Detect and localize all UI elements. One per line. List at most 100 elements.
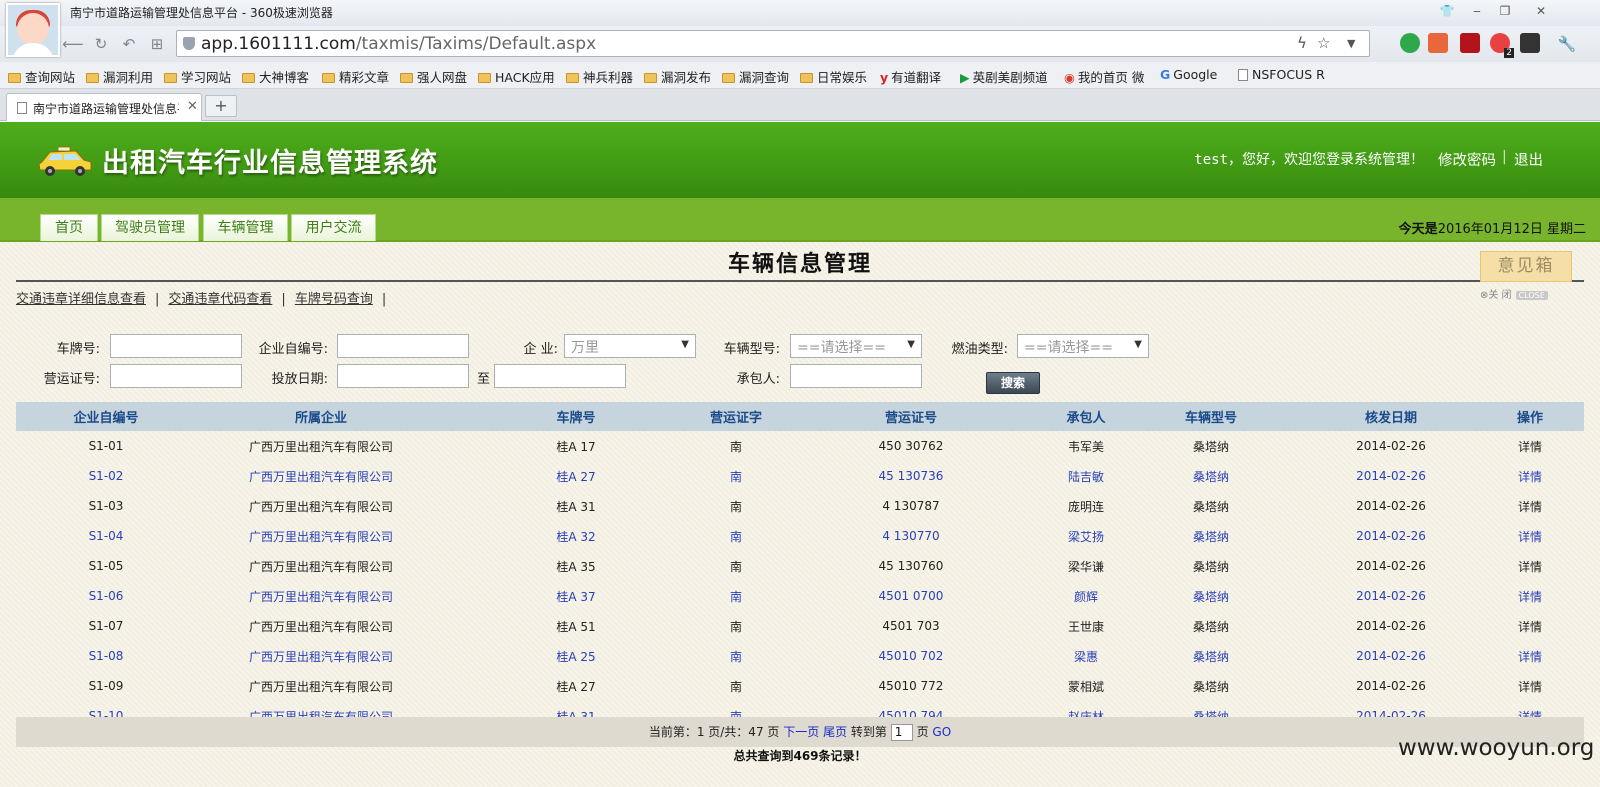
extension-orange-icon[interactable] xyxy=(1428,33,1448,53)
date-from-input[interactable] xyxy=(337,364,469,388)
dropdown-arrow-icon: ▼ xyxy=(907,339,915,350)
bookmark-folder[interactable]: HACK应用 xyxy=(478,67,555,86)
restore-button[interactable]: ❐ xyxy=(1492,2,1518,20)
detail-link[interactable]: 详情 xyxy=(1476,611,1584,641)
play-icon: ▶ xyxy=(960,70,970,85)
change-password-link[interactable]: 修改密码 xyxy=(1438,149,1496,170)
detail-link[interactable]: 详情 xyxy=(1476,551,1584,581)
ublock-icon[interactable] xyxy=(1460,33,1480,53)
bookmark-folder[interactable]: 神兵利器 xyxy=(566,67,633,86)
license-input[interactable] xyxy=(110,364,242,388)
wrench-menu-icon[interactable]: 🔧 xyxy=(1556,34,1578,54)
extension-green-icon[interactable] xyxy=(1400,33,1420,53)
company-select[interactable]: 万里 ▼ xyxy=(564,334,696,358)
undo-close-icon[interactable]: ↶ xyxy=(118,34,140,54)
bookmark-google[interactable]: G Google xyxy=(1160,67,1217,82)
skin-icon[interactable]: 👕 xyxy=(1434,2,1460,20)
tab-bar: 南宁市道路运输管理处信息平台 ✕ + xyxy=(0,89,1600,121)
plate-cell: 桂A 17 xyxy=(556,439,596,454)
issue-date-cell: 2014-02-26 xyxy=(1356,439,1426,453)
company-no-input[interactable] xyxy=(337,334,469,358)
violation-detail-link[interactable]: 交通违章详细信息查看 xyxy=(16,292,146,307)
bookmark-folder[interactable]: 漏洞查询 xyxy=(722,67,789,86)
lightning-icon[interactable]: ϟ xyxy=(1297,34,1307,52)
extension-dark-icon[interactable] xyxy=(1520,33,1540,53)
table-row: S1-04 广西万里出租汽车有限公司 桂A 32 南 4 130770 梁艾扬 桑塔纳 201… xyxy=(16,521,1584,551)
url-bar[interactable]: app.1601111.com/taxmis/Taxims/Default.as… xyxy=(176,30,1370,57)
license-prefix-cell: 南 xyxy=(729,589,742,604)
fuel-select[interactable]: ==请选择== ▼ xyxy=(1017,334,1149,358)
violation-code-link[interactable]: 交通违章代码查看 xyxy=(168,292,272,307)
table-row: S1-08 广西万里出租汽车有限公司 桂A 25 南 45010 702 梁惠 桑塔纳 201… xyxy=(16,641,1584,671)
detail-link[interactable]: 详情 xyxy=(1476,641,1584,671)
contractor-cell: 蒙相斌 xyxy=(1067,679,1104,694)
vehicle-type-label: 车辆型号: xyxy=(723,342,780,357)
company-cell: 广西万里出租汽车有限公司 xyxy=(248,529,393,544)
last-page-link[interactable]: 尾页 xyxy=(823,725,847,739)
extension-red-icon[interactable]: 2 xyxy=(1490,33,1514,58)
bookmark-folder[interactable]: 日常娱乐 xyxy=(800,67,867,86)
next-page-link[interactable]: 下一页 xyxy=(783,725,819,739)
company-no-label: 企业自编号: xyxy=(258,342,328,357)
contractor-input[interactable] xyxy=(790,364,922,388)
search-button[interactable]: 搜索 xyxy=(986,372,1040,394)
today-value: 2016年01月12日 星期二 xyxy=(1437,222,1586,237)
plate-query-link[interactable]: 车牌号码查询 xyxy=(295,292,373,307)
table-row: S1-07 广西万里出租汽车有限公司 桂A 51 南 4501 703 王世康 桑塔纳 201… xyxy=(16,611,1584,641)
vehicle-type-select[interactable]: ==请选择== ▼ xyxy=(790,334,922,358)
nav-tab-forum[interactable]: 用户交流 xyxy=(291,214,376,241)
bookmark-folder[interactable]: 学习网站 xyxy=(164,67,231,86)
dropdown-arrow-icon: ▼ xyxy=(681,339,689,350)
bookmark-drama[interactable]: ▶ 英剧美剧频道 xyxy=(960,67,1048,86)
company-no-cell: S1-03 xyxy=(88,499,124,513)
feedback-box-button[interactable]: 意见箱 xyxy=(1480,251,1572,282)
company-cell: 广西万里出租汽车有限公司 xyxy=(248,589,393,604)
minimize-button[interactable]: ‒ xyxy=(1464,2,1490,20)
detail-link[interactable]: 详情 xyxy=(1476,521,1584,551)
bookmark-youdao[interactable]: y 有道翻译 xyxy=(880,67,941,86)
bookmark-folder[interactable]: 漏洞利用 xyxy=(86,67,153,86)
total-records: 总共查询到469条记录！ xyxy=(733,749,867,763)
goto-page-input[interactable]: 1 xyxy=(890,724,913,741)
column-header: 营运证字 xyxy=(706,402,766,431)
nav-tab-home[interactable]: 首页 xyxy=(40,214,98,241)
fuel-label: 燃油类型: xyxy=(951,342,1008,357)
nav-tab-vehicle[interactable]: 车辆管理 xyxy=(203,214,288,241)
star-icon[interactable]: ☆ xyxy=(1317,34,1330,52)
bookmark-folder[interactable]: 漏洞发布 xyxy=(644,67,711,86)
bookmark-nsfocus[interactable]: NSFOCUS R xyxy=(1238,67,1325,82)
license-no-cell: 4 130787 xyxy=(882,499,940,513)
nav-tab-driver[interactable]: 驾驶员管理 xyxy=(101,214,199,241)
bookmark-folder[interactable]: 强人网盘 xyxy=(400,67,467,86)
detail-link[interactable]: 详情 xyxy=(1476,461,1584,491)
apps-grid-icon[interactable]: ⊞ xyxy=(146,34,168,54)
back-icon[interactable]: ⟵ xyxy=(62,34,84,54)
table-row: S1-05 广西万里出租汽车有限公司 桂A 35 南 45 130760 梁华谦 桑塔纳 20… xyxy=(16,551,1584,581)
logout-link[interactable]: 退出 xyxy=(1514,149,1543,170)
date-to-input[interactable] xyxy=(494,364,626,388)
bookmark-folder[interactable]: 精彩文章 xyxy=(322,67,389,86)
company-no-cell: S1-06 xyxy=(88,589,124,603)
bookmark-folder[interactable]: 大神博客 xyxy=(242,67,309,86)
issue-date-cell: 2014-02-26 xyxy=(1356,619,1426,633)
issue-date-cell: 2014-02-26 xyxy=(1356,529,1426,543)
close-window-button[interactable]: ✕ xyxy=(1528,2,1554,20)
bookmark-folder[interactable]: 查询网站 xyxy=(8,67,75,86)
new-tab-button[interactable]: + xyxy=(205,95,237,117)
go-button[interactable]: GO xyxy=(932,725,951,739)
feedback-close-button[interactable]: ⊗关 闭 CLOSE xyxy=(1480,286,1548,301)
user-avatar[interactable] xyxy=(6,3,60,57)
tab-close-icon[interactable]: ✕ xyxy=(187,99,198,114)
browser-tab-active[interactable]: 南宁市道路运输管理处信息平台 ✕ xyxy=(6,93,202,121)
detail-link[interactable]: 详情 xyxy=(1476,581,1584,611)
plate-cell: 桂A 32 xyxy=(556,529,596,544)
detail-link[interactable]: 详情 xyxy=(1476,431,1584,461)
url-dropdown-icon[interactable]: ▼ xyxy=(1347,37,1355,50)
plate-input[interactable] xyxy=(110,334,242,358)
bookmark-weibo[interactable]: ◉ 我的首页 微 xyxy=(1064,67,1144,86)
plate-cell: 桂A 25 xyxy=(556,649,596,664)
detail-link[interactable]: 详情 xyxy=(1476,491,1584,521)
refresh-icon[interactable]: ↻ xyxy=(90,34,112,54)
detail-link[interactable]: 详情 xyxy=(1476,671,1584,701)
plate-cell: 桂A 31 xyxy=(556,499,596,514)
